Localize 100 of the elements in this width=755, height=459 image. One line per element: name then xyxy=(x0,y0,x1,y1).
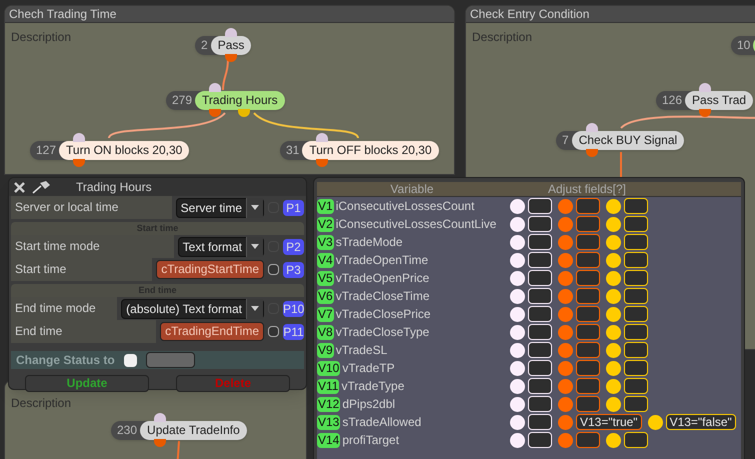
param-tag: P1 xyxy=(283,200,304,216)
param-label: Start time xyxy=(11,258,152,281)
node-number: 31 xyxy=(285,142,300,159)
dialog-button[interactable]: Update xyxy=(25,375,149,392)
param-tag: P2 xyxy=(283,238,304,254)
variable-tag: V14 xyxy=(317,432,340,448)
input-port[interactable] xyxy=(316,133,328,142)
variable-tag: V13 xyxy=(317,414,340,430)
node-number: 230 xyxy=(116,422,138,439)
node-number: 7 xyxy=(561,132,570,149)
variable-tag: V10 xyxy=(317,360,340,376)
adjust-field[interactable] xyxy=(624,288,648,304)
variable-name: dPips2dbl xyxy=(342,396,396,413)
variable-name: vTradeCloseType xyxy=(336,324,430,341)
variable-name: iConsecutiveLossesCount xyxy=(336,198,474,215)
variable-name: vTradeCloseTime xyxy=(336,288,430,305)
adjust-field[interactable] xyxy=(576,360,600,376)
node-number: 10 xyxy=(736,37,752,54)
variable-tag: V3 xyxy=(317,234,334,250)
adjust-field[interactable] xyxy=(576,270,600,286)
node-number: 279 xyxy=(171,92,194,109)
adjust-field[interactable] xyxy=(576,342,600,358)
dialog-title: Trading Hours xyxy=(76,179,152,196)
variable-field[interactable]: cTradingEndTime xyxy=(160,322,264,341)
input-port[interactable] xyxy=(209,83,222,92)
variable-tag: V6 xyxy=(317,288,334,304)
variable-name: vTradeTP xyxy=(342,360,395,377)
param-label: Server or local time xyxy=(11,196,172,219)
adjust-field[interactable] xyxy=(576,288,600,304)
variable-tag: V12 xyxy=(317,396,340,412)
checkbox[interactable] xyxy=(268,264,279,275)
adjust-field[interactable] xyxy=(576,432,600,448)
adjust-field[interactable] xyxy=(624,270,648,286)
pin-icon[interactable] xyxy=(32,180,52,194)
adjust-field[interactable] xyxy=(624,234,648,250)
variable-tag: V1 xyxy=(317,198,334,214)
group-title: Check Entry Condition xyxy=(466,6,755,23)
input-port[interactable] xyxy=(699,83,712,92)
variable-name: sTradeAllowed xyxy=(342,414,422,431)
input-port[interactable] xyxy=(154,413,166,422)
param-tag: P11 xyxy=(283,324,304,340)
adjust-field[interactable] xyxy=(576,234,600,250)
variable-tag: V11 xyxy=(317,378,340,394)
adjust-field[interactable] xyxy=(576,252,600,268)
output-port[interactable] xyxy=(209,109,222,117)
param-label: End time mode xyxy=(11,297,118,320)
status-field[interactable] xyxy=(146,352,195,368)
adjust-field[interactable] xyxy=(576,306,600,322)
variable-name: vTradeSL xyxy=(336,342,388,359)
caret-icon xyxy=(251,244,259,249)
graph-node[interactable]: 10 xyxy=(731,36,755,55)
group-description: Description xyxy=(11,30,72,44)
adjust-field[interactable] xyxy=(576,324,600,340)
variable-field[interactable]: cTradingStartTime xyxy=(156,260,264,279)
checkbox[interactable] xyxy=(124,354,137,366)
connection-line xyxy=(176,440,180,459)
adjust-field[interactable] xyxy=(576,396,600,412)
param-tag: P10 xyxy=(283,300,304,316)
variable-tag: V7 xyxy=(317,306,334,322)
group-title: Chech Trading Time xyxy=(5,6,454,23)
adjust-field[interactable] xyxy=(624,360,648,376)
variable-name: vTradeOpenPrice xyxy=(336,270,430,287)
group-description: Description xyxy=(11,396,72,410)
variable-name: vTradeOpenTime xyxy=(336,252,428,269)
input-port[interactable] xyxy=(224,28,237,37)
variable-tag: V2 xyxy=(317,216,334,232)
adjust-field[interactable] xyxy=(576,216,600,232)
variable-name: iConsecutiveLossesCountLive xyxy=(336,216,496,233)
adjust-field[interactable] xyxy=(576,198,600,214)
input-port[interactable] xyxy=(586,123,598,132)
adjust-field[interactable]: V13="false" xyxy=(666,414,736,430)
adjust-field[interactable] xyxy=(624,342,648,358)
adjust-field[interactable] xyxy=(624,306,648,322)
checkbox[interactable] xyxy=(268,326,279,337)
adjust-field[interactable] xyxy=(624,252,648,268)
group-description: Description xyxy=(472,30,532,44)
node-number: 126 xyxy=(661,92,684,109)
variable-name: sTradeMode xyxy=(336,234,403,251)
variable-name: profiTarget xyxy=(342,432,400,449)
adjust-field[interactable] xyxy=(624,432,648,448)
variable-tag: V9 xyxy=(317,342,334,358)
variable-tag: V5 xyxy=(317,270,334,286)
adjust-field[interactable] xyxy=(624,198,648,214)
adjust-field[interactable]: V13="true" xyxy=(576,414,642,430)
adjust-field[interactable] xyxy=(576,378,600,394)
param-label: Start time mode xyxy=(11,235,174,258)
adjust-field[interactable] xyxy=(624,216,648,232)
variable-tag: V4 xyxy=(317,252,334,268)
adjust-field[interactable] xyxy=(624,396,648,412)
output-port[interactable] xyxy=(699,109,712,117)
param-label: End time xyxy=(11,320,156,343)
close-icon[interactable] xyxy=(13,180,26,194)
caret-icon xyxy=(251,306,259,311)
column-header: Adjust fields[?] xyxy=(546,182,628,196)
variable-tag: V8 xyxy=(317,324,334,340)
caret-icon xyxy=(251,205,259,210)
output-port[interactable] xyxy=(238,109,250,117)
input-port[interactable] xyxy=(73,133,86,142)
adjust-field[interactable] xyxy=(624,324,648,340)
adjust-field[interactable] xyxy=(624,378,648,394)
